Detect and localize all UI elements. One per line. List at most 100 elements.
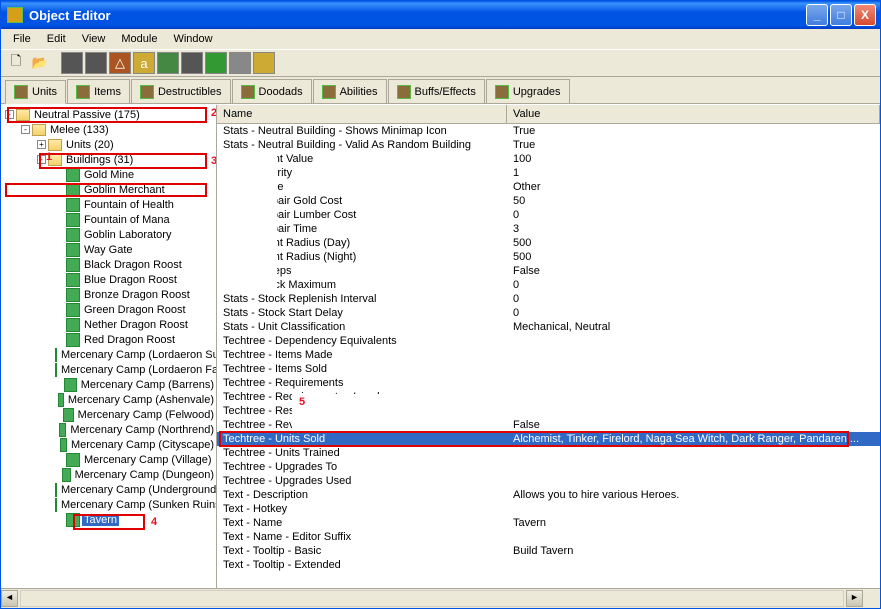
expand-icon[interactable]: - <box>5 110 14 119</box>
property-row[interactable]: Techtree - Requirements - Levels <box>217 390 880 404</box>
property-row[interactable]: Stats - Neutral Building - Shows Minimap… <box>217 124 880 138</box>
tree-item[interactable]: Mercenary Camp (Cityscape) <box>1 437 216 452</box>
property-row[interactable]: Stats - Priority1 <box>217 166 880 180</box>
property-row[interactable]: Techtree - Researches Available <box>217 404 880 418</box>
tree-item[interactable]: Gold Mine <box>1 167 216 182</box>
menu-view[interactable]: View <box>74 31 114 47</box>
property-row[interactable]: Techtree - Units SoldAlchemist, Tinker, … <box>217 432 880 446</box>
property-row[interactable]: Text - Name - Editor Suffix <box>217 530 880 544</box>
property-row[interactable]: Stats - Point Value100 <box>217 152 880 166</box>
menu-edit[interactable]: Edit <box>39 31 74 47</box>
property-row[interactable]: Stats - Repair Gold Cost50 <box>217 194 880 208</box>
toolbar-icon-4[interactable]: a <box>133 52 155 74</box>
property-row[interactable]: Techtree - Units Trained <box>217 446 880 460</box>
new-button[interactable]: 🗋 <box>5 52 27 74</box>
tab-abilities[interactable]: Abilities <box>313 79 387 103</box>
tab-upgrades[interactable]: Upgrades <box>486 79 570 103</box>
toolbar-icon-1[interactable] <box>61 52 83 74</box>
property-row[interactable]: Text - Hotkey <box>217 502 880 516</box>
toolbar-icon-7[interactable] <box>205 52 227 74</box>
property-row[interactable]: Stats - Repair Time3 <box>217 222 880 236</box>
col-value[interactable]: Value <box>507 105 880 123</box>
property-row[interactable]: Stats - RaceOther <box>217 180 880 194</box>
property-list[interactable]: 5 Stats - Neutral Building - Shows Minim… <box>217 124 880 588</box>
tree-item[interactable]: Goblin Laboratory <box>1 227 216 242</box>
tree-panel[interactable]: -Neutral Passive (175)-Melee (133)+Units… <box>1 105 217 588</box>
tab-destructibles[interactable]: Destructibles <box>131 79 231 103</box>
tree-item[interactable]: -Melee (133) <box>1 122 216 137</box>
scroll-left-button[interactable]: ◄ <box>1 590 18 607</box>
scroll-right-button[interactable]: ► <box>846 590 863 607</box>
tree-item[interactable]: Black Dragon Roost <box>1 257 216 272</box>
tree-item[interactable]: Goblin Merchant <box>1 182 216 197</box>
property-row[interactable]: Techtree - Upgrades To <box>217 460 880 474</box>
tree-item[interactable]: Green Dragon Roost <box>1 302 216 317</box>
property-row[interactable]: Stats - SleepsFalse <box>217 264 880 278</box>
tree-item[interactable]: Red Dragon Roost <box>1 332 216 347</box>
tree-item[interactable]: Way Gate <box>1 242 216 257</box>
property-row[interactable]: Text - DescriptionAllows you to hire var… <box>217 488 880 502</box>
tree-item[interactable]: Mercenary Camp (Barrens) <box>1 377 216 392</box>
property-row[interactable]: Stats - Sight Radius (Night)500 <box>217 250 880 264</box>
tree-item[interactable]: Mercenary Camp (Village) <box>1 452 216 467</box>
property-row[interactable]: Text - NameTavern <box>217 516 880 530</box>
tree-item[interactable]: Mercenary Camp (Ashenvale) <box>1 392 216 407</box>
property-row[interactable]: Stats - Neutral Building - Valid As Rand… <box>217 138 880 152</box>
tab-items[interactable]: Items <box>67 79 130 103</box>
property-row[interactable]: Techtree - Dependency Equivalents <box>217 334 880 348</box>
toolbar-icon-6[interactable] <box>181 52 203 74</box>
property-row[interactable]: Techtree - Items Made <box>217 348 880 362</box>
toolbar-icon-2[interactable] <box>85 52 107 74</box>
tree-item[interactable]: Blue Dragon Roost <box>1 272 216 287</box>
property-row[interactable]: Stats - Stock Replenish Interval0 <box>217 292 880 306</box>
expand-icon[interactable]: - <box>37 155 46 164</box>
tab-buffs[interactable]: Buffs/Effects <box>388 79 485 103</box>
property-name: Stats - Unit Classification <box>223 321 513 333</box>
property-row[interactable]: Stats - Stock Maximum0 <box>217 278 880 292</box>
property-row[interactable]: Techtree - Items Sold <box>217 362 880 376</box>
tree-item[interactable]: Mercenary Camp (Lordaeron Fall) <box>1 362 216 377</box>
minimize-button[interactable]: _ <box>806 4 828 26</box>
tab-units[interactable]: Units <box>5 80 66 104</box>
property-row[interactable]: Techtree - Revives Dead HeroesFalse <box>217 418 880 432</box>
tree-item[interactable]: Tavern <box>1 512 216 527</box>
property-row[interactable]: Stats - Unit ClassificationMechanical, N… <box>217 320 880 334</box>
tree-item[interactable]: -Neutral Passive (175) <box>1 107 216 122</box>
open-button[interactable]: 📂 <box>29 52 51 74</box>
property-row[interactable]: Techtree - Requirements <box>217 376 880 390</box>
tree-item[interactable]: Fountain of Mana <box>1 212 216 227</box>
toolbar-icon-3[interactable]: △ <box>109 52 131 74</box>
menu-module[interactable]: Module <box>113 31 165 47</box>
property-row[interactable]: Techtree - Upgrades Used <box>217 474 880 488</box>
tree-item[interactable]: Nether Dragon Roost <box>1 317 216 332</box>
toolbar-icon-9[interactable] <box>253 52 275 74</box>
property-row[interactable]: Stats - Stock Start Delay0 <box>217 306 880 320</box>
tab-doodads[interactable]: Doodads <box>232 79 312 103</box>
menu-window[interactable]: Window <box>165 31 220 47</box>
col-name[interactable]: Name <box>217 105 507 123</box>
property-name: Text - Tooltip - Extended <box>223 559 513 571</box>
property-row[interactable]: Stats - Repair Lumber Cost0 <box>217 208 880 222</box>
property-name: Techtree - Requirements - Levels <box>223 391 513 403</box>
tree-item[interactable]: +Units (20) <box>1 137 216 152</box>
tree-item[interactable]: -Buildings (31) <box>1 152 216 167</box>
maximize-button[interactable]: □ <box>830 4 852 26</box>
tree-item[interactable]: Mercenary Camp (Lordaeron Summer) <box>1 347 216 362</box>
expand-icon[interactable]: - <box>21 125 30 134</box>
close-button[interactable]: X <box>854 4 876 26</box>
toolbar-icon-8[interactable] <box>229 52 251 74</box>
tree-item[interactable]: Fountain of Health <box>1 197 216 212</box>
tree-item[interactable]: Mercenary Camp (Dungeon) <box>1 467 216 482</box>
horizontal-scrollbar[interactable] <box>20 590 844 607</box>
property-row[interactable]: Stats - Sight Radius (Day)500 <box>217 236 880 250</box>
tree-item[interactable]: Mercenary Camp (Underground) <box>1 482 216 497</box>
tree-item[interactable]: Bronze Dragon Roost <box>1 287 216 302</box>
property-row[interactable]: Text - Tooltip - Extended <box>217 558 880 572</box>
property-row[interactable]: Text - Tooltip - BasicBuild Tavern <box>217 544 880 558</box>
tree-item[interactable]: Mercenary Camp (Northrend) <box>1 422 216 437</box>
menu-file[interactable]: File <box>5 31 39 47</box>
expand-icon[interactable]: + <box>37 140 46 149</box>
tree-item[interactable]: Mercenary Camp (Sunken Ruins) <box>1 497 216 512</box>
toolbar-icon-5[interactable] <box>157 52 179 74</box>
tree-item[interactable]: Mercenary Camp (Felwood) <box>1 407 216 422</box>
